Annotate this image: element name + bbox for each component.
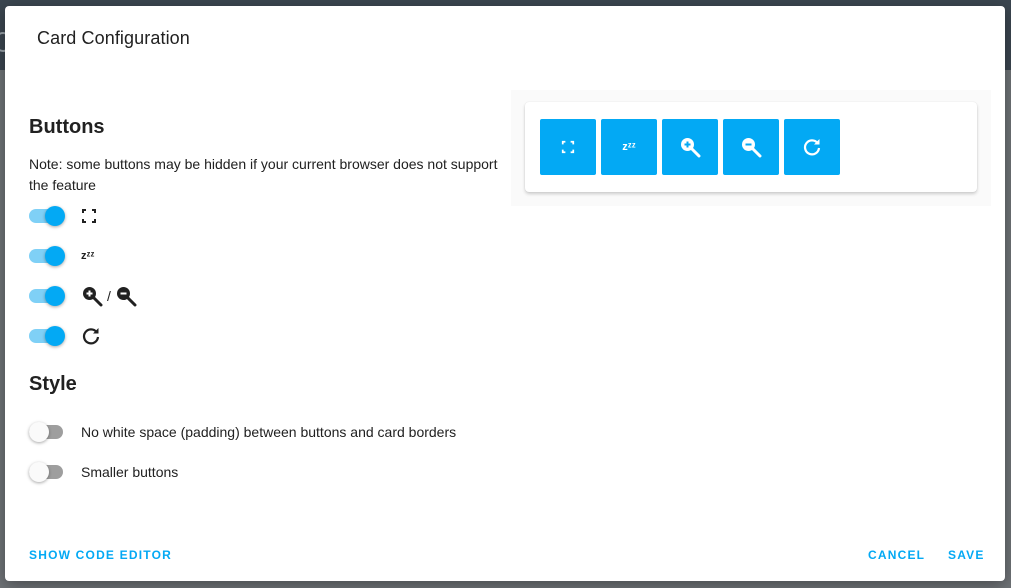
- smaller-buttons-option-row: Smaller buttons: [29, 458, 178, 486]
- show-code-editor-button[interactable]: SHOW CODE EDITOR: [29, 548, 172, 562]
- preview-zoom-in-button[interactable]: [662, 119, 718, 175]
- zoom-out-icon: [740, 136, 762, 158]
- preview-zoom-out-button[interactable]: [723, 119, 779, 175]
- preview-fullscreen-button[interactable]: [540, 119, 596, 175]
- card-preview: zᶻᶻ: [525, 102, 977, 192]
- toggle-thumb: [45, 246, 65, 266]
- refresh-icon: [802, 137, 822, 157]
- refresh-button-row: [29, 322, 101, 350]
- fullscreen-icon: [81, 208, 97, 224]
- refresh-toggle[interactable]: [29, 326, 65, 346]
- no-padding-label: No white space (padding) between buttons…: [81, 424, 457, 440]
- toggle-thumb: [45, 286, 65, 306]
- preview-sleep-button[interactable]: zᶻᶻ: [601, 119, 657, 175]
- no-padding-option-row: No white space (padding) between buttons…: [29, 418, 456, 446]
- zoom-toggle[interactable]: [29, 286, 65, 306]
- sleep-zzz-icon: zᶻᶻ: [81, 250, 95, 262]
- smaller-buttons-label: Smaller buttons: [81, 464, 179, 480]
- toggle-thumb: [29, 422, 49, 442]
- style-section-title: Style: [29, 373, 77, 395]
- preview-refresh-button[interactable]: [784, 119, 840, 175]
- sleep-button-row: zᶻᶻ: [29, 242, 94, 270]
- fullscreen-icon: [561, 140, 575, 154]
- sleep-zzz-icon: zᶻᶻ: [622, 141, 636, 153]
- zoom-in-icon: [679, 136, 701, 158]
- cancel-button[interactable]: CANCEL: [868, 548, 925, 562]
- smaller-buttons-toggle[interactable]: [29, 462, 65, 482]
- no-padding-toggle[interactable]: [29, 422, 65, 442]
- fullscreen-button-row: [29, 202, 97, 230]
- buttons-note: Note: some buttons may be hidden if your…: [29, 156, 498, 193]
- card-preview-area: zᶻᶻ: [511, 90, 991, 206]
- save-button[interactable]: SAVE: [948, 548, 985, 562]
- sleep-toggle[interactable]: [29, 246, 65, 266]
- zoom-in-icon: [81, 285, 103, 307]
- zoom-separator: /: [107, 288, 111, 304]
- card-configuration-dialog: Card Configuration Buttons Note: some bu…: [5, 6, 1005, 581]
- buttons-section-title: Buttons: [29, 116, 105, 138]
- toggle-thumb: [45, 206, 65, 226]
- dialog-title: Card Configuration: [37, 28, 190, 48]
- zoom-out-icon: [115, 285, 137, 307]
- refresh-icon: [81, 326, 101, 346]
- fullscreen-toggle[interactable]: [29, 206, 65, 226]
- toggle-thumb: [29, 462, 49, 482]
- zoom-buttons-row: /: [29, 282, 137, 310]
- toggle-thumb: [45, 326, 65, 346]
